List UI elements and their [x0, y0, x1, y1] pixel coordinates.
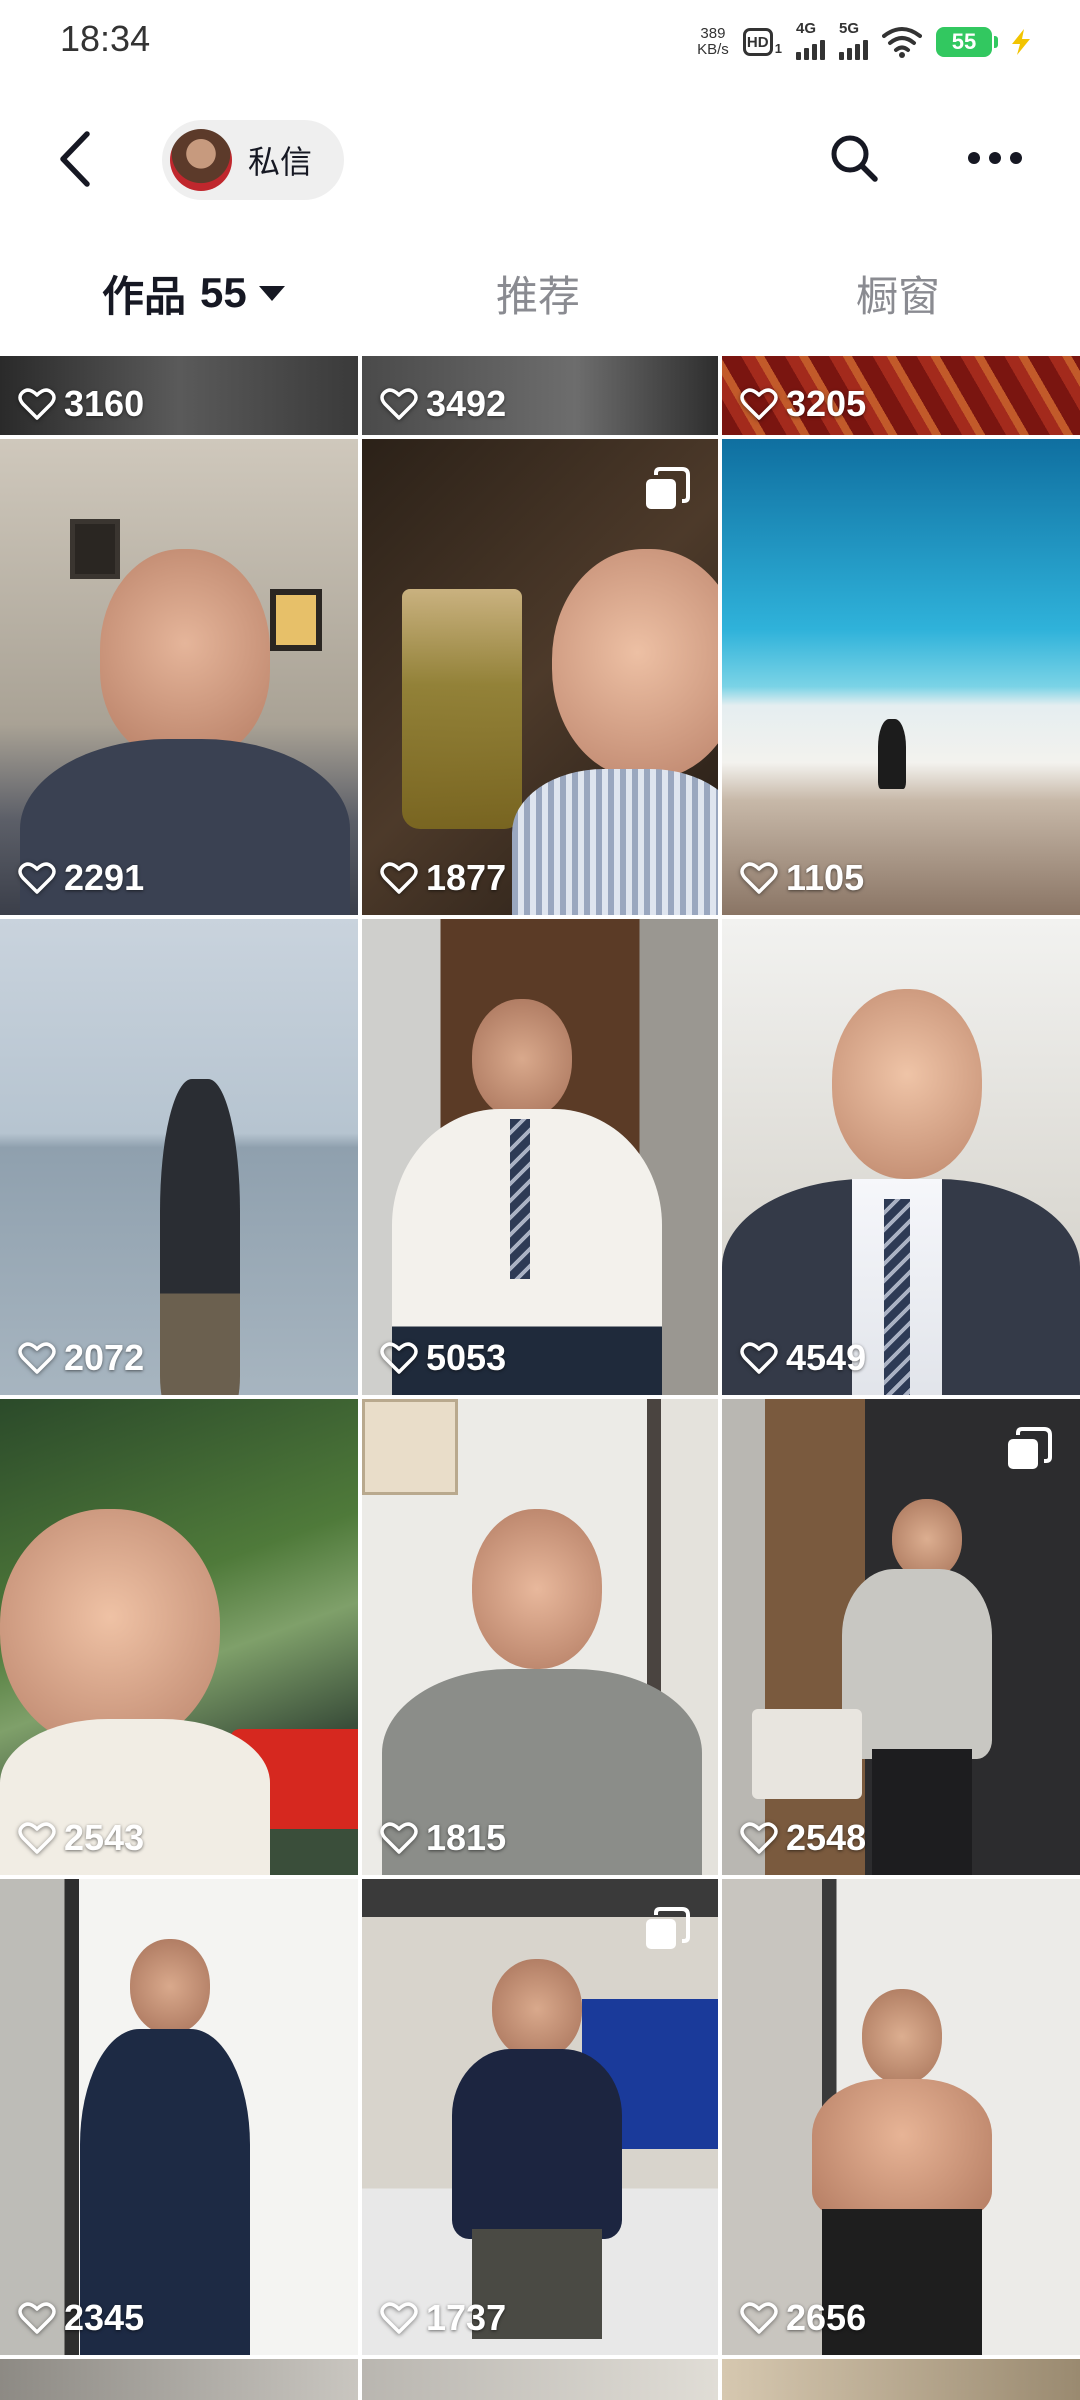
video-tile[interactable]: 2345 — [0, 1879, 358, 2355]
video-tile[interactable]: 1105 — [722, 439, 1080, 915]
charging-icon — [1012, 29, 1030, 55]
video-tile[interactable] — [722, 2359, 1080, 2400]
video-tile[interactable] — [362, 2359, 718, 2400]
message-button[interactable]: 私信 — [162, 120, 345, 200]
message-label: 私信 — [248, 144, 313, 180]
heart-icon — [740, 862, 778, 894]
top-nav: 私信 — [0, 84, 1080, 234]
back-icon — [60, 131, 90, 187]
video-tile[interactable]: 2291 — [0, 439, 358, 915]
tab-showcase[interactable]: 橱窗 — [856, 268, 940, 320]
video-tile[interactable]: 2543 — [0, 1399, 358, 1875]
signal-4g-icon: 4G — [796, 20, 825, 60]
video-tile[interactable] — [0, 2359, 358, 2400]
profile-tabs: 作品 55 推荐 橱窗 — [0, 234, 1080, 354]
video-tile[interactable]: 3205 — [722, 356, 1080, 435]
multi-image-icon — [646, 467, 690, 509]
heart-icon — [18, 2302, 56, 2334]
hd-icon: HD 1 — [742, 28, 782, 56]
heart-icon — [380, 388, 418, 420]
status-bar: 18:34 389 KB/s HD 1 4G 5G 55 — [0, 0, 1080, 84]
heart-icon — [740, 2302, 778, 2334]
caret-down-icon — [258, 285, 285, 301]
video-tile[interactable]: 4549 — [722, 919, 1080, 1395]
heart-icon — [740, 1342, 778, 1374]
video-tile[interactable]: 2656 — [722, 1879, 1080, 2355]
search-icon — [831, 135, 878, 182]
video-tile[interactable]: 1877 — [362, 439, 718, 915]
video-tile[interactable]: 2072 — [0, 919, 358, 1395]
back-button[interactable] — [44, 124, 104, 194]
heart-icon — [380, 1342, 418, 1374]
video-tile[interactable]: 3492 — [362, 356, 718, 435]
works-count: 55 — [200, 269, 247, 316]
video-grid: 3160 3492 3205 2291 1877 1105 2072 5053 … — [0, 356, 1080, 2400]
video-tile[interactable]: 1737 — [362, 1879, 718, 2355]
multi-image-icon — [646, 1907, 690, 1949]
search-button[interactable] — [822, 126, 886, 190]
heart-icon — [380, 1822, 418, 1854]
avatar — [170, 129, 232, 191]
signal-5g-icon: 5G — [839, 20, 868, 60]
video-tile[interactable]: 2548 — [722, 1399, 1080, 1875]
tab-recommended[interactable]: 推荐 — [496, 268, 580, 320]
heart-icon — [740, 388, 778, 420]
status-time: 18:34 — [60, 18, 151, 59]
heart-icon — [18, 862, 56, 894]
multi-image-icon — [1008, 1427, 1052, 1469]
heart-icon — [380, 2302, 418, 2334]
network-speed: 389 KB/s — [697, 25, 729, 58]
more-icon — [968, 152, 980, 164]
heart-icon — [380, 862, 418, 894]
heart-icon — [18, 1822, 56, 1854]
tab-works[interactable]: 作品 55 — [102, 268, 285, 320]
heart-icon — [18, 388, 56, 420]
wifi-icon — [882, 27, 922, 58]
battery-icon: 55 — [936, 27, 998, 57]
more-button[interactable] — [960, 126, 1030, 190]
video-tile[interactable]: 1815 — [362, 1399, 718, 1875]
heart-icon — [18, 1342, 56, 1374]
heart-icon — [740, 1822, 778, 1854]
video-tile[interactable]: 3160 — [0, 356, 358, 435]
video-tile[interactable]: 5053 — [362, 919, 718, 1395]
status-icons: 389 KB/s HD 1 4G 5G 55 — [697, 18, 1036, 66]
